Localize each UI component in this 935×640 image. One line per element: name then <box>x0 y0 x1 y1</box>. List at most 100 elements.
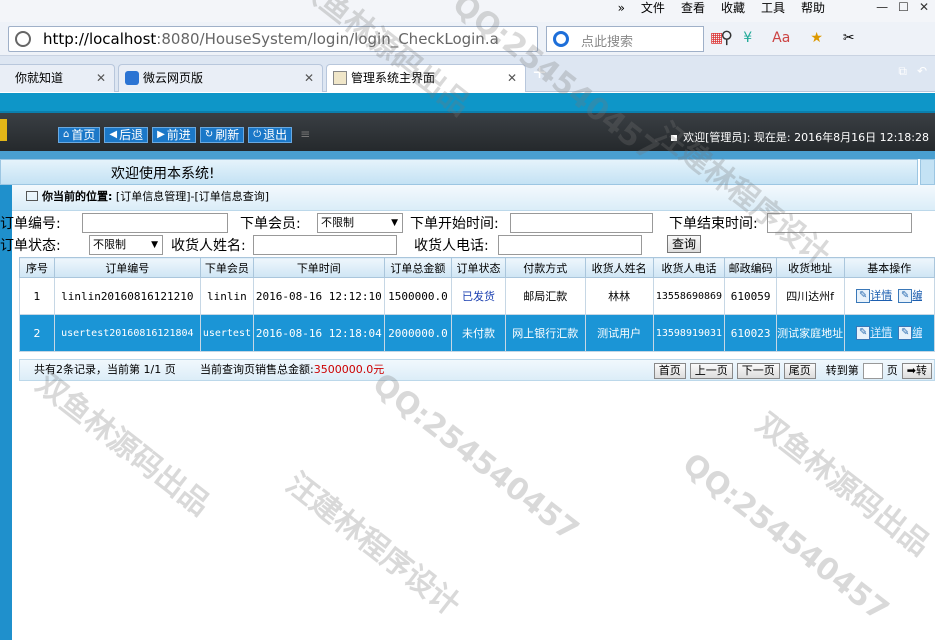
cell-order-no: usertest20160816121804 <box>53 314 201 352</box>
right-panel-toggle[interactable] <box>920 159 935 185</box>
table-row[interactable]: 1 linlin20160816121210 linlin 2016-08-16… <box>19 277 935 315</box>
tab-knowledge[interactable]: 你就知道 ✕ <box>0 64 115 92</box>
window-icon <box>26 191 38 201</box>
nav-refresh-button[interactable]: ↻ 刷新 <box>199 127 245 143</box>
tab-admin-main[interactable]: 管理系统主界面 ✕ <box>326 64 526 92</box>
goto-page-input[interactable] <box>862 363 883 379</box>
chevron-down-icon: ▼ <box>151 240 158 250</box>
menu-favorites[interactable]: 收藏 <box>721 0 745 16</box>
cell-amount: 1500000.0 <box>383 277 453 315</box>
menu-more[interactable]: » <box>618 0 625 16</box>
url-text: http://localhost:8080/HouseSystem/login/… <box>43 30 499 48</box>
browser-menus: » 文件 查看 收藏 工具 帮助 <box>618 0 825 16</box>
status-select-value: 不限制 <box>93 238 126 251</box>
phone-label: 收货人电话: <box>414 238 489 254</box>
address-bar: http://localhost:8080/HouseSystem/login/… <box>0 22 935 56</box>
cell-time: 2016-08-16 12:12:10 <box>253 277 385 315</box>
url-field[interactable]: http://localhost:8080/HouseSystem/login/… <box>8 26 538 52</box>
location-label: 你当前的位置: <box>42 190 113 203</box>
sales-sum-value: 3500000.0元 <box>313 363 385 376</box>
tab-list-icon[interactable]: ⧉ <box>898 64 907 79</box>
new-tab-icon[interactable]: + <box>532 62 547 83</box>
edit-link[interactable]: ✎ 编 <box>898 289 922 303</box>
nav-label: 首页 <box>71 128 96 142</box>
menu-file[interactable]: 文件 <box>641 0 665 16</box>
location-path: [订单信息管理]-[订单信息查询] <box>115 190 270 203</box>
menu-tools[interactable]: 工具 <box>761 0 785 16</box>
browser-search[interactable]: 点此搜索 ⚲ <box>546 26 733 52</box>
minimize-icon[interactable]: — <box>876 0 888 14</box>
close-tab-icon[interactable]: ✕ <box>507 65 517 91</box>
receiver-input[interactable] <box>253 235 397 255</box>
goto-button[interactable]: ➡转 <box>901 363 932 379</box>
nav-logout-button[interactable]: ⏻ 退出 <box>248 127 293 143</box>
bullet-icon <box>671 135 678 141</box>
currency-icon[interactable]: ¥ <box>743 30 752 46</box>
member-select[interactable]: 不限制 ▼ <box>317 213 403 233</box>
bookmark-icon[interactable]: ★ <box>810 30 823 46</box>
edit-pen-icon: ✎ <box>898 289 913 303</box>
close-tab-icon[interactable]: ✕ <box>96 65 106 91</box>
col-header: 订单状态 <box>451 257 506 278</box>
tab-tools: ⧉ ↶ <box>898 64 927 79</box>
col-header: 订单总金额 <box>383 257 453 278</box>
cell-no: 1 <box>19 277 55 315</box>
first-page-button[interactable]: 首页 <box>653 363 686 379</box>
detail-link[interactable]: ✎ 详情 <box>856 326 892 340</box>
cell-zip: 610023 <box>724 314 777 352</box>
detail-label: 详情 <box>870 326 893 339</box>
phone-input[interactable] <box>498 235 642 255</box>
table-row[interactable]: 2 usertest20160816121804 usertest 2016-0… <box>19 314 935 352</box>
cell-status: 已发货 <box>451 277 506 315</box>
detail-link[interactable]: ✎ 详情 <box>856 289 892 303</box>
end-time-input[interactable] <box>767 213 912 233</box>
status-select[interactable]: 不限制 ▼ <box>89 235 163 255</box>
screenshot-icon[interactable]: ✂ <box>843 30 855 46</box>
close-window-icon[interactable]: ✕ <box>919 0 929 14</box>
window-controls: — ☐ ✕ <box>876 0 929 14</box>
main-content: 你当前的位置: [订单信息管理]-[订单信息查询] 订单编号: 下单会员: 不限… <box>0 185 935 640</box>
query-button[interactable]: 查询 <box>667 235 701 253</box>
cell-member: usertest <box>199 314 255 352</box>
detail-label: 详情 <box>870 289 893 302</box>
status-label: 订单状态: <box>0 238 61 254</box>
apps-icon[interactable]: ▦ <box>710 30 723 46</box>
goto-label: 转到第 <box>825 364 859 377</box>
cell-ops: ✎ 详情 ✎ 编 <box>843 277 935 315</box>
cell-zip: 610059 <box>724 277 777 315</box>
cell-phone: 13558690869 <box>652 277 726 315</box>
close-tab-icon[interactable]: ✕ <box>304 65 314 91</box>
orders-table: 序号 订单编号 下单会员 下单时间 订单总金额 订单状态 付款方式 收货人姓名 … <box>19 257 935 352</box>
nav-back-button[interactable]: ◀ 后退 <box>104 127 149 143</box>
nav-home-button[interactable]: ⌂ 首页 <box>58 127 101 143</box>
home-icon: ⌂ <box>63 129 70 140</box>
col-header: 序号 <box>19 257 55 278</box>
tab-weiyun[interactable]: 微云网页版 ✕ <box>118 64 323 92</box>
url-host: http://localhost <box>43 30 157 48</box>
cell-receiver: 测试用户 <box>584 314 654 352</box>
next-page-button[interactable]: 下一页 <box>736 363 780 379</box>
start-time-input[interactable] <box>510 213 653 233</box>
translate-icon[interactable]: Aa <box>772 30 790 46</box>
maximize-icon[interactable]: ☐ <box>898 0 909 14</box>
cell-pay: 网上银行汇款 <box>504 314 586 352</box>
welcome-banner: 欢迎使用本系统! <box>0 159 918 185</box>
col-header: 收货人姓名 <box>584 257 654 278</box>
pager-bar: 共有2条记录，当前第 1/1 页 当前查询页销售总金额:3500000.0元 首… <box>19 359 935 381</box>
edit-label: 编 <box>912 326 923 339</box>
order-no-input[interactable] <box>82 213 228 233</box>
search-engine-icon <box>553 31 569 47</box>
tab-label: 管理系统主界面 <box>351 71 436 85</box>
end-time-label: 下单结束时间: <box>669 216 758 232</box>
cell-order-no: linlin20160816121210 <box>53 277 201 315</box>
nav-forward-button[interactable]: ▶ 前进 <box>152 127 196 143</box>
last-page-button[interactable]: 尾页 <box>783 363 816 379</box>
undo-close-icon[interactable]: ↶ <box>917 64 927 79</box>
menu-help[interactable]: 帮助 <box>801 0 825 16</box>
col-header: 订单编号 <box>53 257 201 278</box>
prev-page-button[interactable]: 上一页 <box>689 363 733 379</box>
edit-link[interactable]: ✎ 编 <box>898 326 922 340</box>
cell-member: linlin <box>199 277 255 315</box>
menu-view[interactable]: 查看 <box>681 0 705 16</box>
cell-address: 测试家庭地址 <box>775 314 845 352</box>
